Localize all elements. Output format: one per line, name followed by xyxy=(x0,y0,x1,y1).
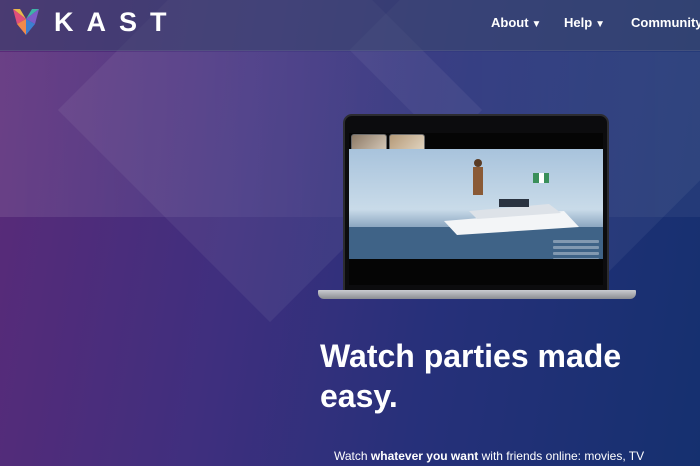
subline-prefix: Watch xyxy=(334,449,371,463)
caret-down-icon: ▼ xyxy=(595,19,606,30)
chat-message xyxy=(553,246,599,249)
chat-message xyxy=(553,240,599,243)
subline-emphasis: whatever you want xyxy=(370,449,479,463)
nav-item-label: Help xyxy=(564,15,593,30)
laptop-base xyxy=(318,290,636,299)
nav-item-help[interactable]: Help ▼ xyxy=(564,15,605,30)
chat-input xyxy=(553,258,599,259)
nav-item-label: Community xyxy=(631,15,700,30)
top-navbar: KAST About▼ Help▼ Community▼ xyxy=(0,0,700,51)
hero-subline: Watch whatever you want with friends onl… xyxy=(334,449,644,463)
subline-suffix: with friends online: movies, TV xyxy=(478,449,645,463)
laptop-lid xyxy=(343,114,609,292)
caret-down-icon: ▼ xyxy=(531,19,542,30)
nav-item-community[interactable]: Community▼ xyxy=(631,15,700,30)
laptop-screen xyxy=(349,133,603,285)
laptop-mockup xyxy=(318,114,636,300)
brand-logo[interactable]: KAST xyxy=(12,7,180,37)
chat-overlay xyxy=(551,237,601,259)
hero-headline: Watch parties made easy. xyxy=(320,338,622,414)
kast-fox-logo-icon xyxy=(13,9,39,35)
chat-message xyxy=(553,252,599,255)
nav-item-label: About xyxy=(491,15,529,30)
video-frame xyxy=(349,149,603,259)
nav-item-about[interactable]: About ▼ xyxy=(491,15,541,30)
brand-name: KAST xyxy=(54,7,180,37)
